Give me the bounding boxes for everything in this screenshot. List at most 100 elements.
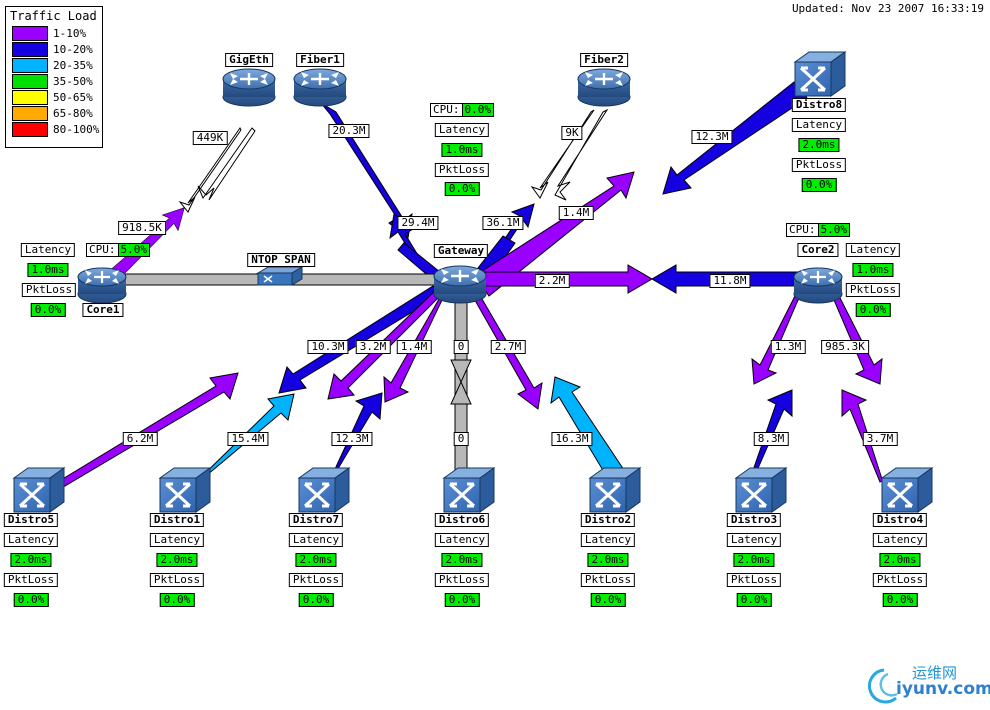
link-label-distro1-down: 3.2M bbox=[355, 340, 391, 354]
legend-swatch-35-50 bbox=[12, 73, 48, 89]
updated-timestamp: Updated: Nov 23 2007 16:33:19 bbox=[791, 2, 984, 15]
distro4-latency-value: 2.0ms bbox=[879, 553, 921, 567]
traffic-load-legend: Traffic Load 1-10% 10-20% 20-35% 35-50% … bbox=[5, 6, 103, 148]
node-label-distro5[interactable]: Distro5 bbox=[3, 513, 59, 527]
device-distro3-icon[interactable] bbox=[734, 467, 788, 513]
link-label-distro5-up: 6.2M bbox=[122, 432, 158, 446]
link-gateway-distro8 bbox=[475, 81, 808, 297]
link-label-fiber2-down: 9K bbox=[561, 126, 583, 140]
distro7-pktloss-value: 0.0% bbox=[298, 593, 334, 607]
link-gateway-distro2 bbox=[473, 292, 627, 483]
link-label-distro7-down: 1.4M bbox=[396, 340, 432, 354]
core2-latency-value: 1.0ms bbox=[852, 263, 894, 277]
link-core2-distro4 bbox=[824, 289, 891, 483]
core1-pktloss-value: 0.0% bbox=[30, 303, 66, 317]
node-label-gigeth[interactable]: GigEth bbox=[225, 53, 273, 67]
device-distro1-icon[interactable] bbox=[158, 467, 212, 513]
device-core1-icon[interactable] bbox=[77, 267, 127, 304]
distro1-pktloss-label: PktLoss bbox=[149, 573, 205, 587]
device-distro6-icon[interactable] bbox=[442, 467, 496, 513]
core2-pktloss-value: 0.0% bbox=[855, 303, 891, 317]
link-label-distro3-up: 8.3M bbox=[753, 432, 789, 446]
node-label-distro3[interactable]: Distro3 bbox=[726, 513, 782, 527]
legend-swatch-50-65 bbox=[12, 89, 48, 105]
distro8-latency-value: 2.0ms bbox=[798, 138, 840, 152]
core2-pktloss-label: PktLoss bbox=[845, 283, 901, 297]
device-gateway-icon[interactable] bbox=[433, 265, 487, 304]
node-label-fiber1[interactable]: Fiber1 bbox=[296, 53, 344, 67]
device-distro5-icon[interactable] bbox=[12, 467, 66, 513]
link-label-fiber2-up: 36.1M bbox=[482, 216, 524, 230]
legend-item: 50-65% bbox=[12, 89, 102, 105]
distro1-latency-label: Latency bbox=[149, 533, 205, 547]
node-label-core2[interactable]: Core2 bbox=[797, 243, 839, 257]
distro6-pktloss-label: PktLoss bbox=[434, 573, 490, 587]
node-label-gateway[interactable]: Gateway bbox=[433, 244, 489, 258]
distro6-pktloss-value: 0.0% bbox=[444, 593, 480, 607]
gateway-cpu-value: 0.0% bbox=[461, 104, 493, 116]
legend-label: 65-80% bbox=[53, 106, 93, 120]
node-label-distro4[interactable]: Distro4 bbox=[872, 513, 928, 527]
core1-cpu-metric: CPU: 5.0% bbox=[86, 243, 150, 257]
distro4-pktloss-value: 0.0% bbox=[882, 593, 918, 607]
core1-pktloss-label: PktLoss bbox=[21, 283, 77, 297]
watermark-domain-text: iyunv.com bbox=[896, 679, 990, 699]
distro2-latency-label: Latency bbox=[580, 533, 636, 547]
distro2-pktloss-value: 0.0% bbox=[590, 593, 626, 607]
distro3-pktloss-label: PktLoss bbox=[726, 573, 782, 587]
link-label-fiber1-down: 20.3M bbox=[328, 124, 370, 138]
node-label-ntop-span[interactable]: NTOP SPAN bbox=[247, 253, 315, 267]
node-label-distro7[interactable]: Distro7 bbox=[288, 513, 344, 527]
node-label-fiber2[interactable]: Fiber2 bbox=[580, 53, 628, 67]
distro7-latency-label: Latency bbox=[288, 533, 344, 547]
gateway-latency-value: 1.0ms bbox=[441, 143, 483, 157]
core2-cpu-value: 5.0% bbox=[817, 224, 849, 236]
link-label-distro1-up: 15.4M bbox=[227, 432, 269, 446]
node-label-core1[interactable]: Core1 bbox=[82, 303, 124, 317]
core1-latency-label: Latency bbox=[20, 243, 76, 257]
legend-item: 20-35% bbox=[12, 57, 102, 73]
device-gigeth-icon[interactable] bbox=[222, 68, 276, 107]
distro5-pktloss-value: 0.0% bbox=[13, 593, 49, 607]
legend-swatch-80-100 bbox=[12, 121, 48, 137]
legend-label: 50-65% bbox=[53, 90, 93, 104]
distro3-pktloss-value: 0.0% bbox=[736, 593, 772, 607]
gateway-cpu-metric: CPU: 0.0% bbox=[430, 103, 494, 117]
legend-item: 10-20% bbox=[12, 41, 102, 57]
device-distro2-icon[interactable] bbox=[588, 467, 642, 513]
device-core2-icon[interactable] bbox=[793, 267, 843, 304]
node-label-distro8[interactable]: Distro8 bbox=[791, 98, 847, 112]
device-distro7-icon[interactable] bbox=[297, 467, 351, 513]
network-topology-map: Traffic Load 1-10% 10-20% 20-35% 35-50% … bbox=[0, 0, 990, 710]
link-label-distro3-down: 1.3M bbox=[770, 340, 806, 354]
device-distro4-icon[interactable] bbox=[880, 467, 934, 513]
node-label-distro2[interactable]: Distro2 bbox=[580, 513, 636, 527]
gateway-latency-label: Latency bbox=[434, 123, 490, 137]
distro5-pktloss-label: PktLoss bbox=[3, 573, 59, 587]
link-label-fiber1-up: 29.4M bbox=[397, 216, 439, 230]
distro4-latency-label: Latency bbox=[872, 533, 928, 547]
core2-cpu-metric: CPU: 5.0% bbox=[786, 223, 850, 237]
legend-label: 20-35% bbox=[53, 58, 93, 72]
distro3-latency-value: 2.0ms bbox=[733, 553, 775, 567]
link-label-distro4-up: 3.7M bbox=[862, 432, 898, 446]
device-distro8-icon[interactable] bbox=[793, 51, 847, 97]
distro5-latency-label: Latency bbox=[3, 533, 59, 547]
node-label-distro6[interactable]: Distro6 bbox=[434, 513, 490, 527]
device-fiber1-icon[interactable] bbox=[293, 68, 347, 107]
node-label-distro1[interactable]: Distro1 bbox=[149, 513, 205, 527]
distro6-latency-value: 2.0ms bbox=[441, 553, 483, 567]
core2-latency-label: Latency bbox=[845, 243, 901, 257]
device-fiber2-icon[interactable] bbox=[577, 68, 631, 107]
legend-swatch-1-10 bbox=[12, 25, 48, 41]
distro8-latency-label: Latency bbox=[791, 118, 847, 132]
legend-title: Traffic Load bbox=[10, 9, 97, 23]
gateway-pktloss-label: PktLoss bbox=[434, 163, 490, 177]
link-label-distro6-up: 0 bbox=[453, 432, 469, 446]
legend-swatch-10-20 bbox=[12, 41, 48, 57]
link-gigeth-core1 bbox=[99, 127, 256, 289]
legend-item: 80-100% bbox=[12, 121, 102, 137]
legend-swatch-65-80 bbox=[12, 105, 48, 121]
legend-label: 1-10% bbox=[53, 26, 87, 40]
device-ntop-span-icon[interactable] bbox=[256, 266, 304, 286]
